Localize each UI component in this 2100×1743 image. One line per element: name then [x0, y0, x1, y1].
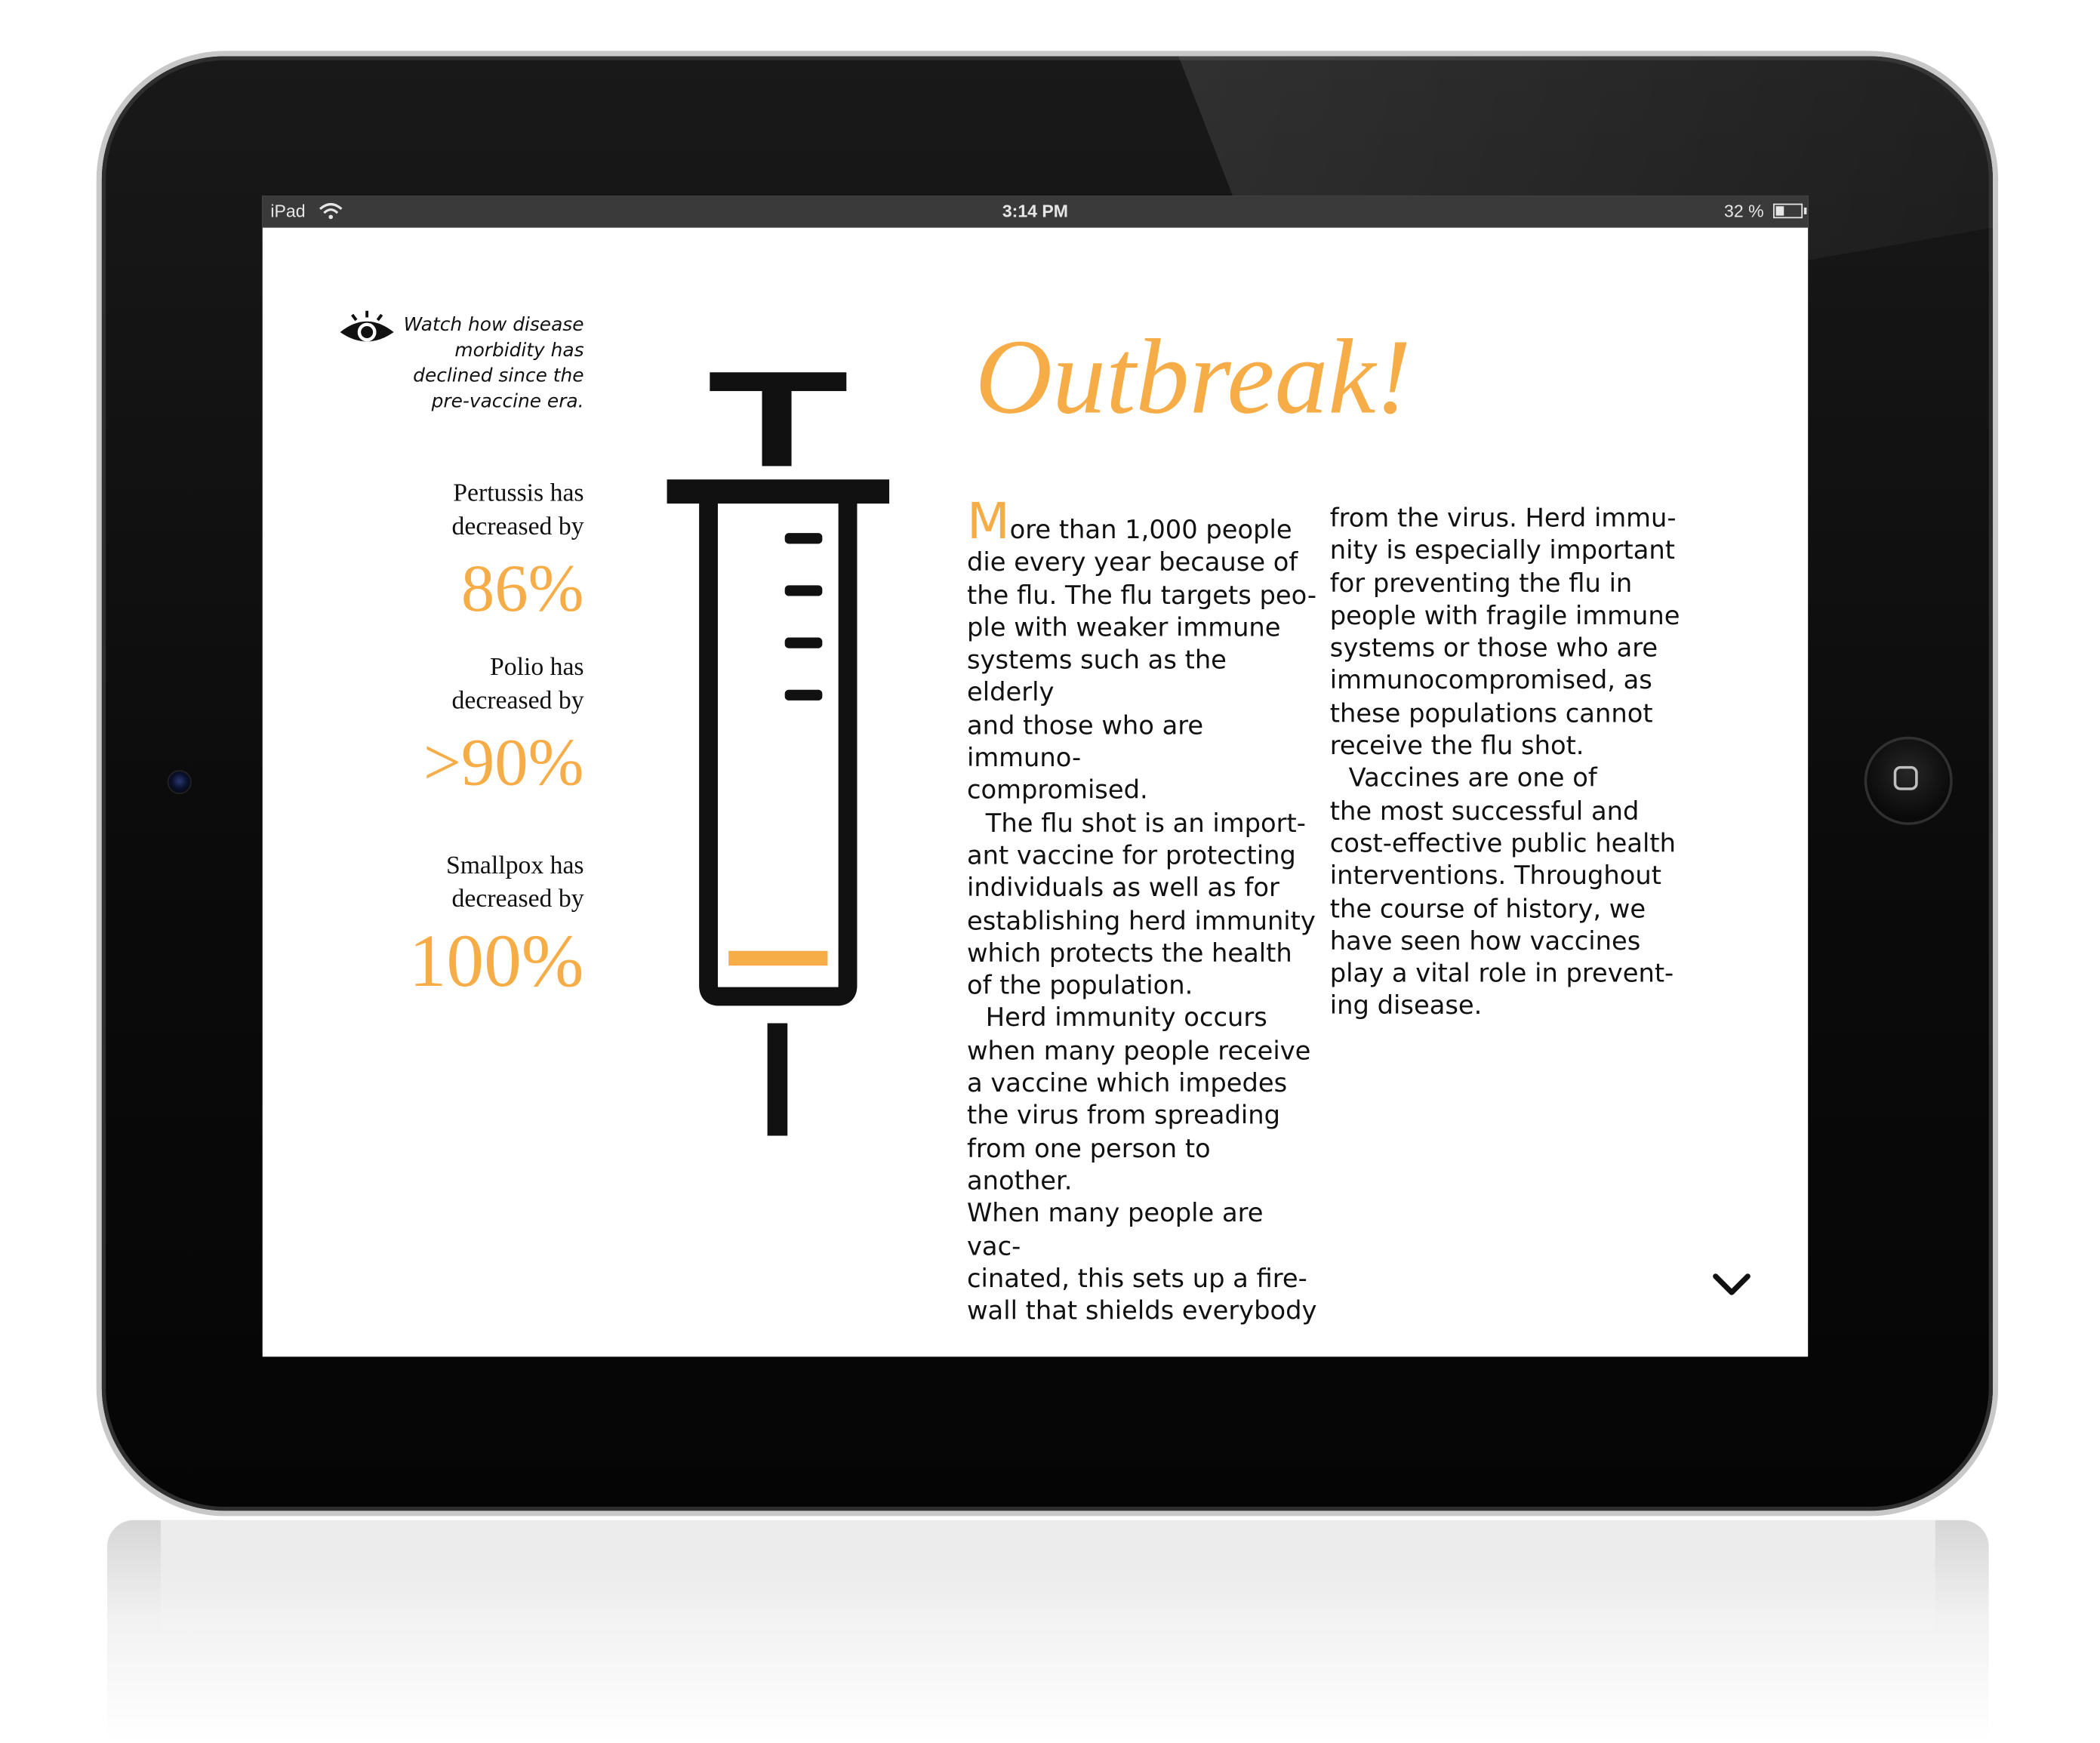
paragraph-text: Herd immunity occurs when many people re… [966, 1003, 1317, 1326]
status-bar: iPad 3:14 PM 32 % [262, 196, 1809, 228]
stat-value: >90% [423, 724, 584, 800]
drop-cap: M [966, 492, 1010, 551]
stat-smallpox: Smallpox has decreased by 100% [370, 849, 584, 999]
chevron-down-icon[interactable] [1711, 1270, 1751, 1299]
paragraph: The flu shot is an import- ant vaccine f… [967, 807, 1318, 1002]
article-page: Watch how disease morbidity has declined… [263, 228, 1808, 1357]
paragraph-text: ore than 1,000 people die every year bec… [966, 516, 1317, 805]
syringe-icon [667, 372, 890, 1136]
paragraph-text: from the virus. Herd immu- nity is espec… [1329, 503, 1680, 761]
stat-label: Smallpox has decreased by [445, 851, 584, 914]
stat-label: Pertussis has decreased by [451, 479, 584, 541]
ipad-mockup: iPad 3:14 PM 32 % Watch how disease morb… [0, 0, 2100, 1743]
paragraph-text: Vaccines are one of the most successful … [1329, 763, 1676, 1021]
paragraph: More than 1,000 people die every year be… [966, 497, 1318, 807]
paragraph: Herd immunity occurs when many people re… [967, 1002, 1318, 1328]
stat-value: 100% [408, 919, 584, 1003]
battery-level [1775, 206, 1784, 216]
home-button[interactable] [1864, 736, 1953, 825]
paragraph-text: The flu shot is an import- ant vaccine f… [966, 808, 1316, 1001]
paragraph: Vaccines are one of the most successful … [1330, 762, 1681, 1023]
stat-value: 86% [460, 550, 584, 626]
battery-percent: 32 % [1724, 201, 1764, 221]
article-title: Outbreak! [975, 319, 1412, 437]
article-column-2: from the virus. Herd immu- nity is espec… [1330, 502, 1681, 1023]
stat-label: Polio has decreased by [451, 653, 584, 716]
screen: iPad 3:14 PM 32 % Watch how disease morb… [262, 196, 1809, 1357]
stat-polio: Polio has decreased by >90% [370, 651, 584, 796]
stat-pertussis: Pertussis has decreased by 86% [370, 477, 584, 626]
camera-icon [167, 770, 192, 795]
reflection-fade [160, 1520, 1935, 1641]
paragraph: from the virus. Herd immu- nity is espec… [1330, 502, 1681, 762]
clock: 3:14 PM [1002, 201, 1069, 221]
callout-text: Watch how disease morbidity has declined… [403, 314, 584, 413]
home-square-icon [1893, 765, 1918, 790]
article-column-1: More than 1,000 people die every year be… [966, 497, 1318, 1328]
battery-icon [1773, 203, 1807, 219]
